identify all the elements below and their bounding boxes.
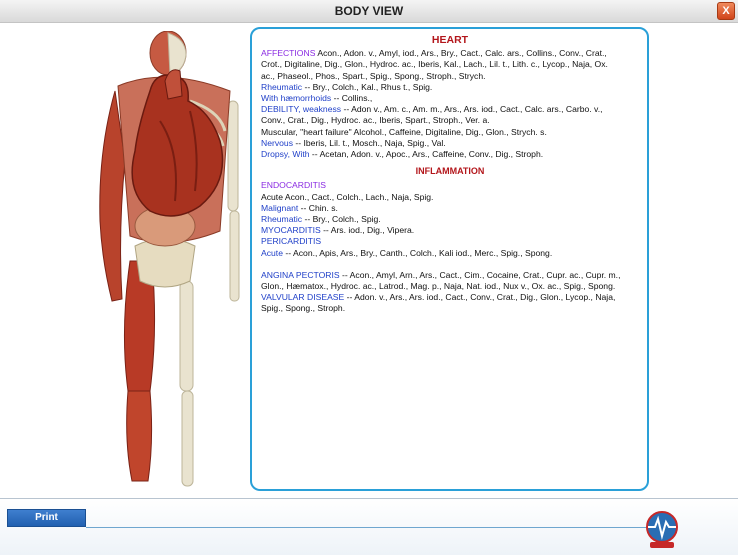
- remedy-line: Nervous -- Iberis, Lil. t., Mosch., Naja…: [261, 138, 639, 149]
- remedy-line: Malignant -- Chin. s.: [261, 203, 639, 214]
- angina-valvular-list: ANGINA PECTORIS -- Acon., Amyl, Arn., Ar…: [261, 270, 639, 315]
- rubric-link[interactable]: Acute: [261, 248, 283, 258]
- remedy-text: Acon., Adon. v., Amyl, iod., Ars., Bry.,…: [315, 48, 607, 59]
- anatomy-body-image: [99, 31, 240, 487]
- rubric-link[interactable]: PERICARDITIS: [261, 236, 321, 246]
- title-bar: BODY VIEW X: [0, 0, 738, 23]
- remedy-text: -- Ars. iod., Dig., Vipera.: [320, 225, 415, 236]
- remedy-line: PERICARDITIS: [261, 236, 639, 247]
- rubric-link[interactable]: ANGINA PECTORIS: [261, 270, 340, 280]
- footer-bar: Print: [0, 498, 738, 555]
- remedy-text: -- Acetan, Adon. v., Apoc., Ars., Caffei…: [309, 149, 544, 160]
- remedy-text: -- Chin. s.: [298, 202, 338, 213]
- remedy-line: ac., Phaseol., Phos., Spart., Spig., Spo…: [261, 71, 639, 82]
- remedy-text: Crot., Digitaline, Dig., Glon., Hydroc. …: [261, 59, 608, 70]
- rubric-link[interactable]: Nervous: [261, 138, 293, 148]
- remedy-line: ANGINA PECTORIS -- Acon., Amyl, Arn., Ar…: [261, 270, 639, 281]
- remedy-text: -- Acon., Amyl, Arn., Ars., Cact., Cim.,…: [339, 269, 621, 280]
- rubric-link[interactable]: VALVULAR DISEASE: [261, 292, 344, 302]
- rubric-link[interactable]: Rheumatic: [261, 82, 302, 92]
- remedy-text: -- Adon. v., Ars., Ars. iod., Cact., Con…: [344, 292, 616, 303]
- inflammation-list: ENDOCARDITIS Acute Acon., Cact., Colch., …: [261, 180, 639, 258]
- remedy-line: Crot., Digitaline, Dig., Glon., Hydroc. …: [261, 59, 639, 70]
- remedy-line: Conv., Crat., Dig., Hydroc. ac., Iberis,…: [261, 115, 639, 126]
- rubric-link[interactable]: Dropsy, With: [261, 149, 310, 159]
- rubric-link[interactable]: With hæmorrhoids: [261, 93, 331, 103]
- close-button[interactable]: X: [717, 2, 735, 20]
- remedy-line: Rheumatic -- Bry., Colch., Kal., Rhus t.…: [261, 82, 639, 93]
- rubric-link[interactable]: AFFECTIONS: [261, 48, 315, 58]
- rubric-link[interactable]: ENDOCARDITIS: [261, 180, 326, 190]
- remedy-text: Spig., Spong., Stroph.: [261, 303, 346, 314]
- remedy-text: ac., Phaseol., Phos., Spart., Spig., Spo…: [261, 70, 486, 81]
- remedy-text: -- Bry., Colch., Spig.: [302, 214, 381, 225]
- remedy-line: AFFECTIONS Acon., Adon. v., Amyl, iod., …: [261, 48, 639, 59]
- rubric-link[interactable]: Malignant: [261, 203, 298, 213]
- remedy-line: Acute -- Acon., Apis, Ars., Bry., Canth.…: [261, 248, 639, 259]
- main-content: HEART AFFECTIONS Acon., Adon. v., Amyl, …: [0, 23, 738, 498]
- section-heading-heart: HEART: [431, 34, 469, 46]
- rubric-link[interactable]: Rheumatic: [261, 214, 302, 224]
- remedy-line: With hæmorrhoids -- Collins.,: [261, 93, 639, 104]
- app-logo-icon: [646, 511, 678, 548]
- remedy-line: Spig., Spong., Stroph.: [261, 303, 639, 314]
- remedy-text: Glon., Hæmatox., Hydroc. ac., Latrod., M…: [261, 281, 616, 292]
- remedy-line: Glon., Hæmatox., Hydroc. ac., Latrod., M…: [261, 281, 639, 292]
- remedy-line: Dropsy, With -- Acetan, Adon. v., Apoc.,…: [261, 149, 639, 160]
- remedy-text: -- Collins.,: [331, 93, 373, 104]
- print-button[interactable]: Print: [7, 509, 86, 527]
- remedy-line: Muscular, "heart failure" Alcohol., Caff…: [261, 127, 639, 138]
- remedy-text: -- Acon., Apis, Ars., Bry., Canth., Colc…: [282, 247, 553, 258]
- section-heading-inflammation: INFLAMMATION: [415, 166, 485, 177]
- remedy-text: -- Bry., Colch., Kal., Rhus t., Spig.: [302, 81, 433, 92]
- footer-divider: [86, 527, 676, 528]
- remedy-line: Rheumatic -- Bry., Colch., Spig.: [261, 214, 639, 225]
- rubric-link[interactable]: DEBILITY, weakness: [261, 104, 341, 114]
- remedy-line: Acute Acon., Cact., Colch., Lach., Naja,…: [261, 192, 639, 203]
- remedy-text: Conv., Crat., Dig., Hydroc. ac., Iberis,…: [261, 115, 490, 126]
- remedy-line: DEBILITY, weakness -- Adon v., Am. c., A…: [261, 104, 639, 115]
- remedy-text: -- Iberis, Lil. t., Mosch., Naja, Spig.,…: [293, 137, 446, 148]
- window-title: BODY VIEW: [334, 4, 404, 18]
- remedy-text: Acute Acon., Cact., Colch., Lach., Naja,…: [261, 191, 434, 202]
- rubric-link[interactable]: MYOCARDITIS: [261, 225, 321, 235]
- heart-affections-list: AFFECTIONS Acon., Adon. v., Amyl, iod., …: [261, 48, 639, 160]
- remedy-line: VALVULAR DISEASE -- Adon. v., Ars., Ars.…: [261, 292, 639, 303]
- remedy-text: -- Adon v., Am. c., Am. m., Ars., Ars. i…: [341, 104, 603, 115]
- remedy-line: ENDOCARDITIS: [261, 180, 639, 191]
- remedy-text: Muscular, "heart failure" Alcohol., Caff…: [261, 126, 547, 137]
- heart-remedies-panel: HEART AFFECTIONS Acon., Adon. v., Amyl, …: [250, 27, 649, 491]
- remedy-line: MYOCARDITIS -- Ars. iod., Dig., Vipera.: [261, 225, 639, 236]
